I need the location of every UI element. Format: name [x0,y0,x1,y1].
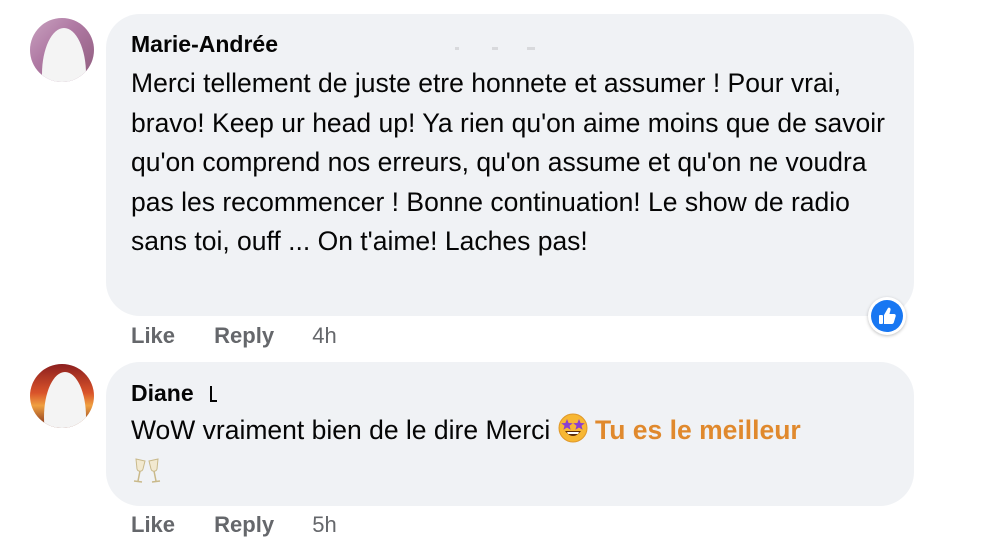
comment-author[interactable]: Diane [131,380,194,407]
star-struck-emoji [558,413,588,455]
clinking-glasses-emoji [131,455,163,499]
avatar-privacy-mask [44,372,86,428]
comment-timestamp[interactable]: 4h [312,323,336,349]
avatar-privacy-mask [42,28,86,82]
comment-text: WoW vraiment bien de le dire Merci Tu es… [131,411,831,498]
commenter-avatar[interactable] [30,364,94,428]
like-button[interactable]: Like [131,323,175,349]
thumbs-up-icon [879,307,896,324]
comment-author[interactable]: Marie-Andrée [131,31,278,58]
redacted-name-fragment [210,400,217,402]
commenter-avatar[interactable] [30,18,94,82]
reply-button[interactable]: Reply [214,512,274,538]
comment-text-main: WoW vraiment bien de le dire Merci [131,415,551,445]
comment-timestamp[interactable]: 5h [312,512,336,538]
like-button[interactable]: Like [131,512,175,538]
redacted-name-fragment [527,47,535,50]
comment-text: Merci tellement de juste etre honnete et… [131,68,885,256]
redacted-name-fragment [492,47,498,50]
tagged-text[interactable]: Tu es le meilleur [595,415,801,445]
comment-actions: Like Reply 4h [131,323,337,349]
reaction-badge[interactable] [868,297,906,335]
comment-actions: Like Reply 5h [131,512,337,538]
reply-button[interactable]: Reply [214,323,274,349]
redacted-name-fragment [455,47,459,50]
